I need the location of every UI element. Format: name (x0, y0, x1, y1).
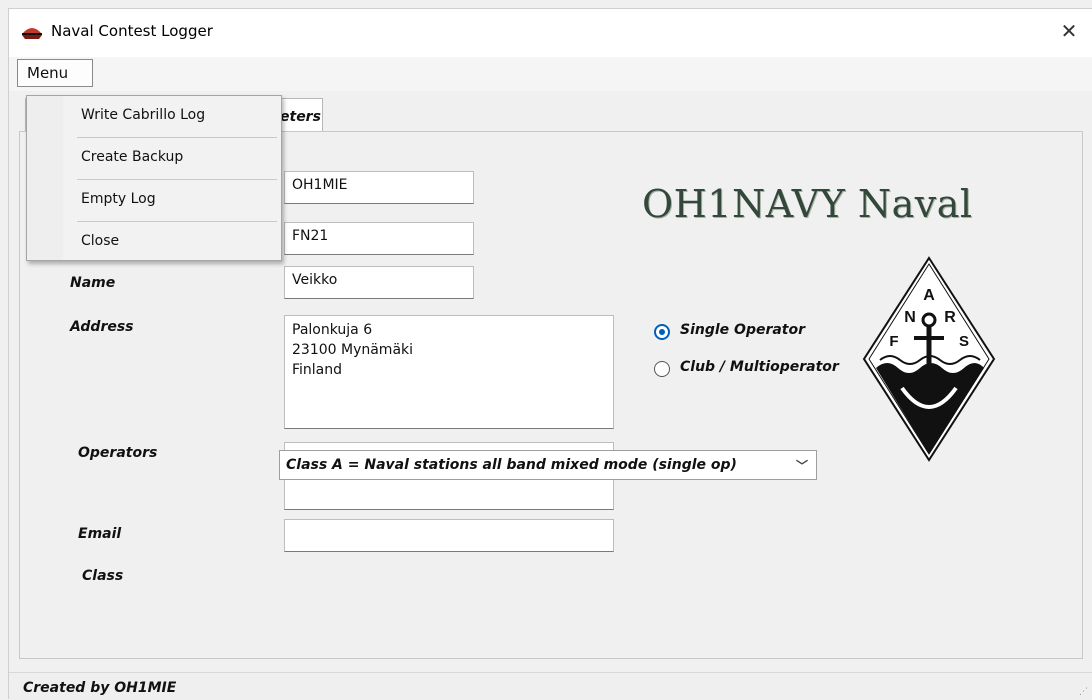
close-icon: ✕ (1060, 19, 1078, 43)
address-field[interactable]: Palonkuja 6 23100 Mynämäki Finland (284, 315, 614, 429)
chevron-down-icon: ﹀ (795, 459, 808, 473)
menu-dropdown: Write Cabrillo Log Create Backup Empty L… (26, 95, 282, 261)
app-logo-icon (22, 28, 42, 39)
club-multioperator-label[interactable]: Club / Multioperator (680, 359, 839, 375)
email-field[interactable] (284, 519, 614, 552)
name-field[interactable]: Veikko (284, 266, 474, 299)
anarfs-emblem: A N R F S (862, 256, 996, 462)
emblem-letter-a: A (923, 287, 935, 304)
emblem-letter-n: N (904, 309, 916, 326)
class-select-value: Class A = Naval stations all band mixed … (286, 457, 737, 473)
emblem-letter-f: F (889, 333, 898, 350)
club-logo-title: OH1NAVY Naval (642, 182, 973, 226)
address-label: Address (70, 319, 134, 335)
single-operator-radio[interactable] (654, 324, 670, 340)
email-label: Email (78, 526, 122, 542)
menu-item-write-cabrillo-log[interactable]: Write Cabrillo Log (64, 96, 280, 136)
title-bar: Naval Contest Logger ✕ (9, 9, 1092, 57)
resize-grip-icon[interactable]: ⋰ (1079, 687, 1088, 697)
emblem-letter-r: R (944, 309, 956, 326)
window-title: Naval Contest Logger (51, 22, 213, 40)
locator-field[interactable]: FN21 (284, 222, 474, 255)
menu-icon-gutter (27, 96, 63, 260)
status-text: Created by OH1MIE (23, 680, 177, 696)
class-label: Class (82, 568, 124, 584)
status-bar: Created by OH1MIE ⋰ (9, 672, 1092, 700)
callsign-field[interactable]: OH1MIE (284, 171, 474, 204)
emblem-letter-s: S (959, 333, 969, 350)
menu-item-create-backup[interactable]: Create Backup (64, 138, 280, 178)
menu-button[interactable]: Menu (17, 59, 93, 87)
app-window: Naval Contest Logger ✕ Menu eters OH1MIE… (8, 8, 1092, 700)
menu-item-close[interactable]: Close (64, 222, 280, 262)
class-select[interactable]: Class A = Naval stations all band mixed … (279, 450, 817, 480)
menu-bar: Menu (9, 57, 1092, 91)
operators-label: Operators (78, 445, 158, 461)
name-label: Name (70, 275, 116, 291)
close-window-button[interactable]: ✕ (1046, 9, 1092, 55)
menu-item-empty-log[interactable]: Empty Log (64, 180, 280, 220)
single-operator-label[interactable]: Single Operator (680, 322, 805, 338)
club-multioperator-radio[interactable] (654, 361, 670, 377)
